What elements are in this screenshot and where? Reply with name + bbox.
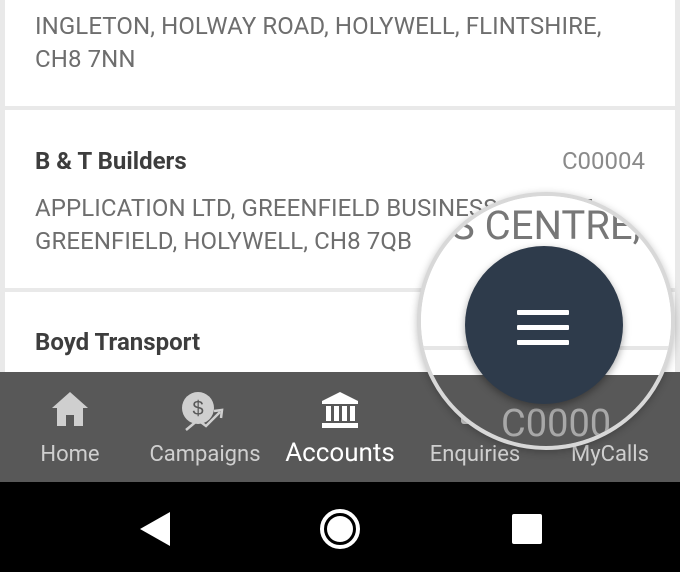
nav-accounts-label: Accounts xyxy=(285,438,395,468)
magnified-account-code: C0000 xyxy=(501,402,612,446)
campaign-icon: $ xyxy=(180,390,230,442)
nav-accounts[interactable]: Accounts xyxy=(270,372,410,482)
magnifier-lens: S CENTRE, C0000 xyxy=(417,192,675,450)
nav-campaigns[interactable]: $ Campaigns xyxy=(140,372,270,482)
home-circle-icon[interactable] xyxy=(318,507,362,555)
menu-fab-button[interactable] xyxy=(465,246,623,404)
magnified-address-text: S CENTRE, xyxy=(451,202,641,249)
account-name: Boyd Transport xyxy=(35,328,201,356)
nav-home-label: Home xyxy=(40,442,100,467)
recent-apps-icon[interactable] xyxy=(512,514,542,544)
home-icon xyxy=(50,390,90,434)
account-card[interactable]: INGLETON, HOLWAY ROAD, HOLYWELL, FLINTSH… xyxy=(5,0,675,106)
bank-icon xyxy=(320,390,360,436)
back-icon[interactable] xyxy=(138,510,172,552)
menu-icon xyxy=(517,310,569,355)
account-address: INGLETON, HOLWAY ROAD, HOLYWELL, FLINTSH… xyxy=(35,12,602,73)
account-name: B & T Builders xyxy=(35,147,187,175)
nav-home[interactable]: Home xyxy=(0,372,140,482)
account-code: C00004 xyxy=(561,147,645,175)
svg-text:$: $ xyxy=(192,398,203,420)
nav-campaigns-label: Campaigns xyxy=(149,442,261,467)
